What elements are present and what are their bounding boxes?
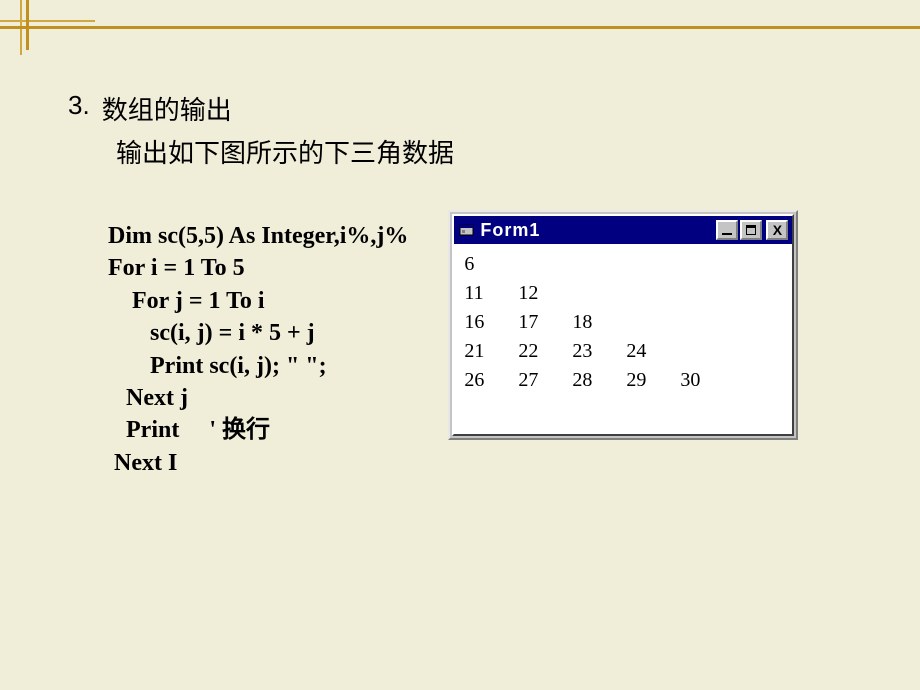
output-cell: 29 [626, 366, 680, 395]
output-row: 21222324 [464, 337, 782, 366]
output-cell: 16 [464, 308, 518, 337]
output-cell: 21 [464, 337, 518, 366]
output-row: 2627282930 [464, 366, 782, 395]
output-row: 6 [464, 250, 782, 279]
code-line: Print sc(i, j); " "; [108, 353, 327, 379]
minimize-button[interactable] [716, 220, 738, 240]
code-line: Dim sc(5,5) As Integer,i%,j% [108, 223, 408, 249]
form-icon [458, 221, 476, 239]
output-cell: 17 [518, 308, 572, 337]
heading-row: 3. 数组的输出 [68, 90, 880, 127]
code-line: For j = 1 To i [108, 288, 265, 314]
form-output-area: 61112161718212223242627282930 [454, 244, 792, 434]
heading-title: 数组的输出 [102, 90, 232, 127]
code-line: Next j [108, 385, 188, 411]
code-line: Next I [108, 450, 177, 476]
output-cell: 12 [518, 279, 572, 308]
output-row: 161718 [464, 308, 782, 337]
heading-number: 3. [68, 90, 90, 127]
slide-content: 3. 数组的输出 输出如下图所示的下三角数据 Dim sc(5,5) As In… [68, 90, 880, 479]
output-cell: 18 [572, 308, 626, 337]
slide-corner-decoration [0, 0, 120, 50]
output-cell: 26 [464, 366, 518, 395]
output-cell: 27 [518, 366, 572, 395]
output-cell: 24 [626, 337, 680, 366]
output-cell: 30 [680, 366, 734, 395]
close-button[interactable]: X [766, 220, 788, 240]
output-cell: 11 [464, 279, 518, 308]
heading-subtitle: 输出如下图所示的下三角数据 [116, 133, 880, 170]
form-window: Form1 X 61112161718212223242627282930 [448, 210, 798, 440]
code-line: sc(i, j) = i * 5 + j [108, 320, 315, 346]
output-cell: 23 [572, 337, 626, 366]
title-bar: Form1 X [454, 216, 792, 244]
output-row: 1112 [464, 279, 782, 308]
code-line: For i = 1 To 5 [108, 255, 245, 281]
window-title: Form1 [480, 220, 712, 241]
output-cell: 22 [518, 337, 572, 366]
output-cell: 6 [464, 250, 518, 279]
code-block: Dim sc(5,5) As Integer,i%,j% For i = 1 T… [108, 220, 408, 479]
code-line: Print ' 换行 [108, 417, 270, 443]
output-cell: 28 [572, 366, 626, 395]
maximize-button[interactable] [740, 220, 762, 240]
